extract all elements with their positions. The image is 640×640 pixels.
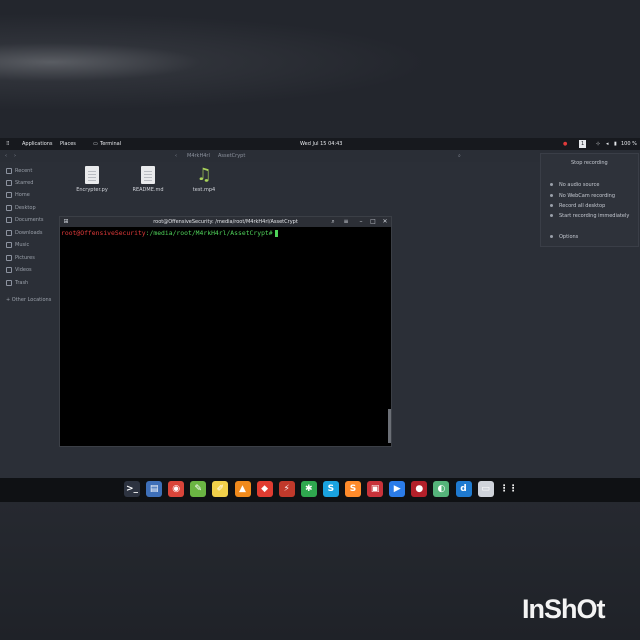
video-icon: [6, 266, 12, 273]
recorder-menu: Stop recording No audio source No WebCam…: [540, 153, 639, 247]
file-manager-sidebar: Recent Starred Home Desktop Documents Do…: [0, 162, 52, 362]
maximize-icon[interactable]: □: [369, 218, 377, 226]
volume-icon[interactable]: ◂: [606, 138, 609, 150]
anydesk-app-icon[interactable]: ◆: [256, 481, 273, 497]
file-item[interactable]: README.md: [128, 166, 168, 193]
sidebar-item-music[interactable]: Music: [6, 240, 29, 250]
terminal-prompt-line[interactable]: root@OffensiveSecurity:/media/root/M4rkH…: [61, 229, 278, 237]
microphone-icon: [550, 183, 553, 186]
clock[interactable]: Wed Jul 15 04:43: [300, 138, 342, 150]
network-icon[interactable]: ⊹: [596, 138, 600, 150]
webcam-icon: [550, 194, 553, 197]
recorder-settings[interactable]: Options: [550, 233, 578, 241]
sidebar-item-documents[interactable]: Documents: [6, 215, 44, 225]
folder-icon: [6, 204, 12, 211]
zoom-app-icon[interactable]: ▶: [389, 481, 406, 497]
burp-app-icon[interactable]: ⚡: [278, 481, 295, 497]
terminal-scrollbar[interactable]: [388, 409, 391, 443]
file-name: README.md: [132, 187, 164, 193]
terminal-taskbar-icon: ▭: [93, 141, 98, 147]
dict-app-icon[interactable]: d: [455, 481, 472, 497]
sidebar-item-other-locations[interactable]: + Other Locations: [6, 295, 51, 305]
clover-app-icon[interactable]: ✱: [300, 481, 317, 497]
breadcrumb-parent[interactable]: M4rkH4rl: [187, 150, 210, 162]
app-dock: [0, 478, 640, 502]
new-tab-icon[interactable]: ⊞: [62, 218, 70, 226]
minimize-icon[interactable]: –: [357, 218, 365, 226]
battery-icon[interactable]: ▮: [614, 138, 617, 150]
close-icon[interactable]: ✕: [381, 218, 389, 226]
path-prev-icon[interactable]: ‹: [175, 150, 177, 162]
record-indicator-icon[interactable]: ●: [563, 138, 567, 150]
terminal-taskbar-label[interactable]: Terminal: [100, 138, 121, 150]
recorder-option[interactable]: Record all desktop: [550, 202, 605, 210]
inshot-watermark: InShOt: [522, 594, 605, 624]
document-icon: [85, 166, 99, 184]
recorder-option[interactable]: No audio source: [550, 181, 599, 189]
stop-recording-label: Stop recording: [571, 160, 608, 166]
files-app-icon[interactable]: ▤: [146, 481, 163, 497]
cherry-app-icon[interactable]: ●: [411, 481, 428, 497]
home-icon: [6, 191, 12, 198]
search-icon[interactable]: ⌕: [329, 218, 337, 226]
forward-icon[interactable]: ›: [14, 150, 16, 162]
vlc-app-icon[interactable]: ▲: [234, 481, 251, 497]
prompt-user: root@OffensiveSecurity: [61, 229, 146, 237]
sidebar-item-home[interactable]: Home: [6, 190, 30, 200]
timer-icon: [550, 214, 553, 217]
recorder-option[interactable]: Start recording immediately: [550, 212, 629, 220]
places-menu[interactable]: Places: [60, 138, 76, 150]
sidebar-item-recent[interactable]: Recent: [6, 166, 32, 176]
leafpad-app-icon[interactable]: ✎: [190, 481, 207, 497]
document-icon: [6, 216, 12, 223]
app-grid-icon[interactable]: ⋮⋮: [499, 481, 518, 497]
maps-app-icon[interactable]: ◐: [433, 481, 450, 497]
sidebar-item-trash[interactable]: Trash: [6, 278, 28, 288]
recorder-option[interactable]: No WebCam recording: [550, 192, 615, 200]
desktop-screen: ⠿ Applications Places ▭ Terminal Wed Jul…: [0, 138, 640, 500]
download-icon: [6, 229, 12, 236]
activities-icon[interactable]: ⠿: [6, 138, 10, 150]
sidebar-item-starred[interactable]: Starred: [6, 178, 33, 188]
desktop-icon: [550, 204, 553, 207]
applications-menu[interactable]: Applications: [22, 138, 53, 150]
file-name: Encrypter.py: [76, 187, 108, 193]
notes-app-icon[interactable]: ✐: [212, 481, 229, 497]
sidebar-item-pictures[interactable]: Pictures: [6, 253, 35, 263]
music-icon: [6, 241, 12, 248]
sidebar-item-videos[interactable]: Videos: [6, 265, 32, 275]
clock-icon: [6, 167, 12, 174]
chrome-app-icon[interactable]: ◉: [168, 481, 185, 497]
picture-icon: [6, 254, 12, 261]
sidebar-item-desktop[interactable]: Desktop: [6, 203, 36, 213]
sidebar-item-downloads[interactable]: Downloads: [6, 228, 42, 238]
menu-icon[interactable]: ≡: [342, 218, 350, 226]
search-icon[interactable]: ⌕: [458, 150, 461, 162]
stop-recording-item[interactable]: Stop recording: [550, 159, 608, 167]
back-icon[interactable]: ‹: [5, 150, 7, 162]
terminal-window[interactable]: ⊞ root@OffensiveSecurity: /media/root/M4…: [59, 216, 392, 447]
terminal-app-icon[interactable]: >_: [124, 481, 140, 497]
text-cursor: [274, 229, 278, 237]
drive-app-icon[interactable]: ▭: [477, 481, 494, 497]
battery-percent: 100 %: [621, 141, 637, 147]
star-icon: [6, 179, 12, 186]
screen-recorder-app-icon[interactable]: ▣: [367, 481, 384, 497]
gnome-top-bar: ⠿ Applications Places ▭ Terminal Wed Jul…: [0, 138, 640, 150]
file-item[interactable]: Encrypter.py: [72, 166, 112, 193]
music-note-icon: ♫: [196, 165, 212, 185]
document-icon: [141, 166, 155, 184]
trash-icon: [6, 279, 12, 286]
skype-app-icon[interactable]: S: [322, 481, 339, 497]
file-item[interactable]: ♫ test.mp4: [184, 166, 224, 193]
breadcrumb-current[interactable]: AssetCrypt: [218, 150, 245, 162]
settings-icon: [550, 235, 553, 238]
terminal-title: root@OffensiveSecurity: /media/root/M4rk…: [153, 219, 298, 225]
file-name: test.mp4: [192, 187, 216, 193]
terminal-titlebar[interactable]: ⊞ root@OffensiveSecurity: /media/root/M4…: [60, 217, 391, 227]
sublime-app-icon[interactable]: S: [345, 481, 361, 497]
workspace-indicator[interactable]: 1: [579, 140, 587, 148]
prompt-path: :/media/root/M4rkH4rl/AssetCrypt#: [145, 229, 273, 237]
blurred-background-top: [0, 0, 640, 138]
